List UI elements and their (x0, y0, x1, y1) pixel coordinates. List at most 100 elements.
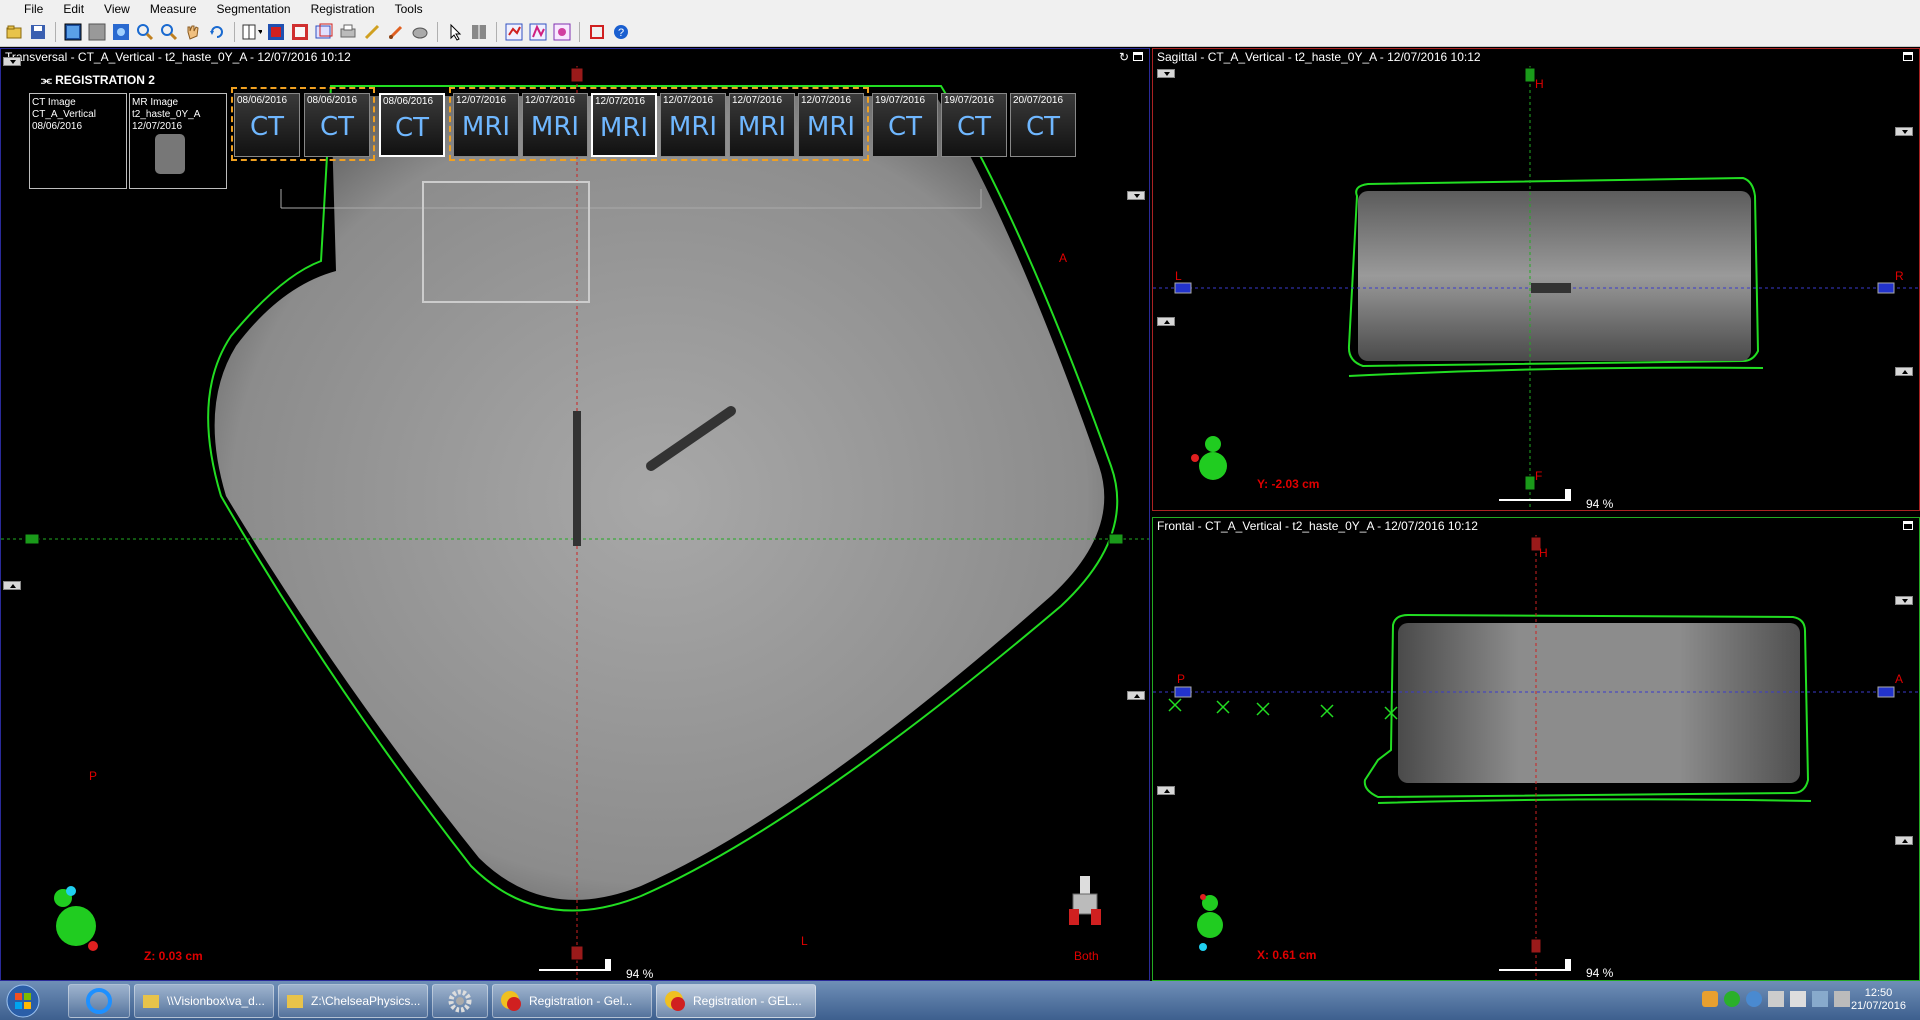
tray-flag-icon[interactable] (1790, 991, 1806, 1007)
window-level-icon[interactable] (266, 22, 286, 42)
sagittal-handle-right[interactable] (1877, 282, 1895, 294)
transversal-handle-left[interactable] (24, 533, 40, 545)
scroll-arrow-up[interactable] (1157, 317, 1175, 326)
series-tile-12[interactable]: 20/07/2016 CT (1010, 93, 1076, 157)
tray-eye-icon[interactable] (1746, 991, 1762, 1007)
scroll-arrow-up[interactable] (1127, 691, 1145, 700)
frontal-zoom-slider-track[interactable] (1499, 969, 1569, 971)
sagittal-handle-bottom[interactable] (1524, 475, 1536, 491)
point-icon[interactable] (528, 22, 548, 42)
clock[interactable]: 12:50 21/07/2016 (1851, 987, 1906, 1013)
thumb-line1: CT Image (32, 97, 76, 108)
transversal-zoom-slider-thumb[interactable] (605, 959, 611, 971)
series-tile-11[interactable]: 19/07/2016 CT (941, 93, 1007, 157)
ct-image-thumb[interactable]: CT Image CT_A_Vertical 08/06/2016 (29, 93, 127, 189)
transversal-handle-top[interactable] (570, 67, 584, 83)
scroll-arrow-down[interactable] (3, 57, 21, 66)
open-icon[interactable] (4, 22, 24, 42)
scroll-arrow-down[interactable] (1895, 596, 1913, 605)
menu-registration[interactable]: Registration (301, 2, 385, 16)
zoom-level: 94 % (1586, 497, 1614, 511)
transversal-viewport[interactable]: Transversal - CT_A_Vertical - t2_haste_0… (0, 48, 1150, 981)
start-button[interactable] (0, 981, 46, 1020)
series-tile-10[interactable]: 19/07/2016 CT (872, 93, 938, 157)
series-tile-9[interactable]: 12/07/2016 MRI (798, 93, 864, 157)
eraser-icon[interactable] (410, 22, 430, 42)
settings-taskbar-button[interactable] (432, 983, 488, 1018)
tray-check-icon[interactable] (1724, 991, 1740, 1007)
transversal-handle-bottom[interactable] (570, 945, 584, 961)
scroll-arrow-up[interactable] (1157, 786, 1175, 795)
layout-icon[interactable] (242, 22, 262, 42)
explorer-taskbar-button-2[interactable]: Z:\ChelseaPhysics... (278, 983, 428, 1018)
series-tile-2[interactable]: 08/06/2016 CT (304, 93, 370, 157)
maximize-icon[interactable] (1133, 52, 1143, 61)
scroll-arrow-down[interactable] (1895, 127, 1913, 136)
zoom-out-icon[interactable] (159, 22, 179, 42)
transversal-zoom-slider-track[interactable] (539, 969, 609, 971)
series-tile-3[interactable]: 08/06/2016 CT (379, 93, 445, 157)
scroll-arrow-up[interactable] (1895, 836, 1913, 845)
deformation-icon[interactable] (552, 22, 572, 42)
registration-taskbar-button-2[interactable]: Registration - GEL... (656, 983, 816, 1018)
sagittal-zoom-slider-track[interactable] (1499, 499, 1569, 501)
registration-taskbar-button-1[interactable]: Registration - Gel... (492, 983, 652, 1018)
pointer-icon[interactable] (445, 22, 465, 42)
registration-icon: ⫘ (41, 73, 56, 87)
view-3-icon[interactable] (111, 22, 131, 42)
frontal-handle-right[interactable] (1877, 686, 1895, 698)
series-tile-7[interactable]: 12/07/2016 MRI (660, 93, 726, 157)
rotate-view-icon[interactable]: ↻ (1119, 50, 1129, 64)
tray-icon-1[interactable] (1702, 991, 1718, 1007)
scroll-arrow-down[interactable] (1127, 191, 1145, 200)
explorer-taskbar-button-1[interactable]: \\Visionbox\va_d... (134, 983, 274, 1018)
screenshot-icon[interactable] (314, 22, 334, 42)
frontal-handle-bottom[interactable] (1530, 938, 1542, 954)
info-icon[interactable]: ? (611, 22, 631, 42)
menu-file[interactable]: File (14, 2, 53, 16)
scroll-arrow-down[interactable] (1157, 69, 1175, 78)
crop-icon[interactable] (587, 22, 607, 42)
ie-taskbar-button[interactable] (68, 983, 130, 1018)
orientation-label-head: H (1539, 546, 1548, 560)
scroll-arrow-up[interactable] (3, 581, 21, 590)
tray-network-icon[interactable] (1812, 991, 1828, 1007)
view-1-icon[interactable] (63, 22, 83, 42)
view-2-icon[interactable] (87, 22, 107, 42)
sagittal-handle-left[interactable] (1174, 282, 1192, 294)
scroll-arrow-up[interactable] (1895, 367, 1913, 376)
zoom-in-icon[interactable] (135, 22, 155, 42)
tray-print-icon[interactable] (1768, 991, 1784, 1007)
menu-edit[interactable]: Edit (53, 2, 94, 16)
pencil-icon[interactable] (362, 22, 382, 42)
menu-view[interactable]: View (94, 2, 140, 16)
brush-icon[interactable] (386, 22, 406, 42)
series-tile-1[interactable]: 08/06/2016 CT (234, 93, 300, 157)
print-icon[interactable] (338, 22, 358, 42)
frontal-zoom-slider-thumb[interactable] (1565, 959, 1571, 971)
series-tile-6[interactable]: 12/07/2016 MRI (591, 93, 657, 157)
rotate-icon[interactable] (207, 22, 227, 42)
sagittal-handle-top[interactable] (1524, 67, 1536, 83)
both-icon[interactable] (1069, 876, 1101, 925)
menu-tools[interactable]: Tools (385, 2, 433, 16)
menu-segmentation[interactable]: Segmentation (207, 2, 301, 16)
menu-measure[interactable]: Measure (140, 2, 207, 16)
transversal-handle-right[interactable] (1108, 533, 1124, 545)
series-tile-4[interactable]: 12/07/2016 MRI (453, 93, 519, 157)
sagittal-zoom-slider-thumb[interactable] (1565, 489, 1571, 501)
maximize-icon[interactable] (1903, 521, 1913, 530)
sagittal-viewport[interactable]: Sagittal - CT_A_Vertical - t2_haste_0Y_A… (1152, 48, 1920, 511)
series-tile-5[interactable]: 12/07/2016 MRI (522, 93, 588, 157)
grid-icon[interactable] (504, 22, 524, 42)
fusion-icon[interactable] (290, 22, 310, 42)
maximize-icon[interactable] (1903, 52, 1913, 61)
frontal-viewport[interactable]: Frontal - CT_A_Vertical - t2_haste_0Y_A … (1152, 517, 1920, 981)
tray-volume-icon[interactable] (1834, 991, 1850, 1007)
pan-hand-icon[interactable] (183, 22, 203, 42)
frontal-handle-left[interactable] (1174, 686, 1192, 698)
save-icon[interactable] (28, 22, 48, 42)
ruler-icon[interactable] (469, 22, 489, 42)
series-tile-8[interactable]: 12/07/2016 MRI (729, 93, 795, 157)
mr-image-thumb[interactable]: MR Image t2_haste_0Y_A 12/07/2016 (129, 93, 227, 189)
